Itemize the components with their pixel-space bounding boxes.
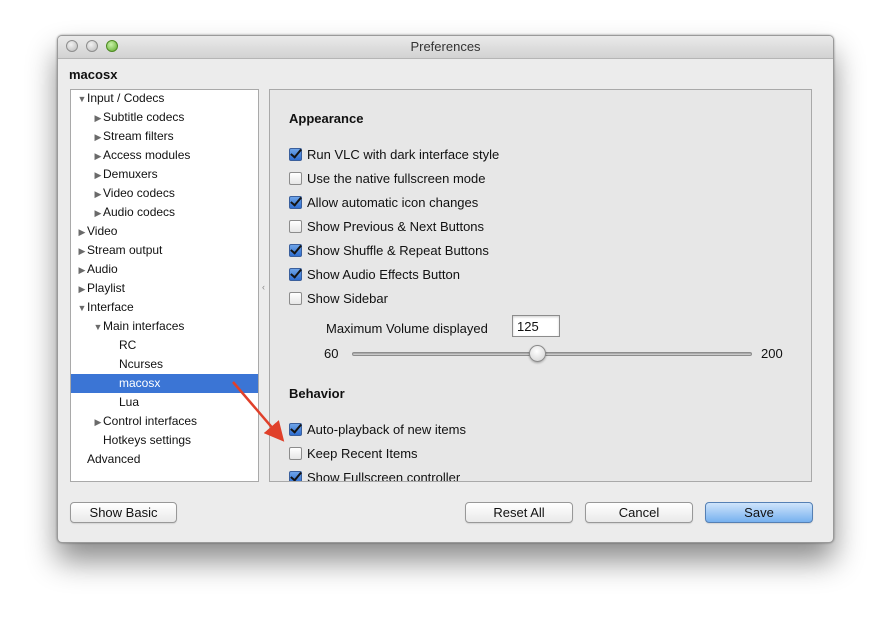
annotation-arrow-icon [232, 381, 285, 442]
